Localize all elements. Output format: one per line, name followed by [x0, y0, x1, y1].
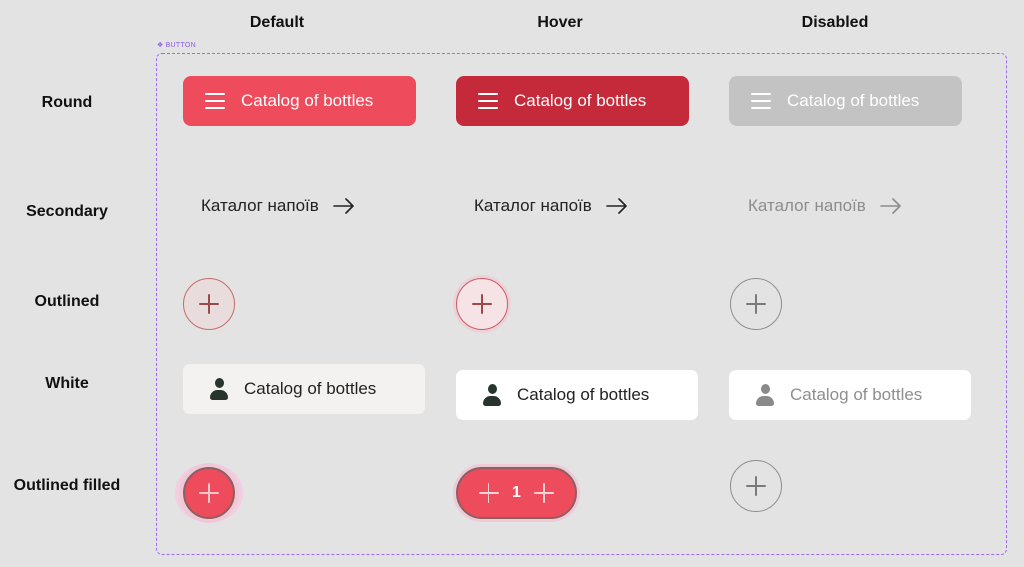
- white-button-default[interactable]: Catalog of bottles: [183, 364, 425, 414]
- plus-icon: [199, 294, 219, 314]
- row-header-secondary: Secondary: [26, 203, 108, 220]
- arrow-right-icon: [879, 198, 901, 214]
- user-icon: [210, 378, 228, 400]
- row-header-outlined-filled: Outlined filled: [13, 477, 121, 494]
- round-button-label: Catalog of bottles: [241, 91, 374, 110]
- round-button-label: Catalog of bottles: [514, 91, 647, 110]
- column-header-hover: Hover: [537, 14, 583, 31]
- column-header-default: Default: [249, 14, 305, 31]
- increment-plus-icon[interactable]: [534, 483, 555, 503]
- outlined-filled-button-disabled[interactable]: [730, 460, 782, 512]
- secondary-button-label: Каталог напоїв: [201, 196, 319, 215]
- button-component-frame: [156, 53, 1007, 555]
- secondary-button-label: Каталог напоїв: [748, 196, 866, 215]
- column-header-disabled: Disabled: [801, 14, 869, 31]
- frame-label: ❖ BUTTON: [157, 41, 196, 49]
- frame-label-text: BUTTON: [165, 42, 197, 49]
- menu-icon: [478, 93, 498, 109]
- decrement-plus-icon[interactable]: [478, 483, 499, 503]
- secondary-button-label: Каталог напоїв: [474, 196, 592, 215]
- round-button-label: Catalog of bottles: [787, 91, 920, 110]
- menu-icon: [205, 93, 225, 109]
- outlined-button-hover[interactable]: [456, 278, 508, 330]
- outlined-filled-button-default[interactable]: [183, 467, 235, 519]
- plus-icon: [746, 476, 766, 496]
- component-icon: ❖: [157, 42, 164, 49]
- plus-icon: [199, 483, 219, 503]
- plus-icon: [746, 294, 766, 314]
- row-header-round: Round: [41, 94, 93, 111]
- outlined-button-default[interactable]: [183, 278, 235, 330]
- arrow-right-icon: [605, 198, 627, 214]
- white-button-label: Catalog of bottles: [244, 379, 377, 398]
- row-header-outlined: Outlined: [34, 293, 100, 310]
- user-icon: [756, 384, 774, 406]
- secondary-button-hover[interactable]: Каталог напоїв: [474, 196, 628, 216]
- plus-icon: [472, 294, 492, 314]
- round-button-disabled[interactable]: Catalog of bottles: [729, 76, 962, 126]
- white-button-hover[interactable]: Catalog of bottles: [456, 370, 698, 420]
- white-button-disabled[interactable]: Catalog of bottles: [729, 370, 971, 420]
- user-icon: [483, 384, 501, 406]
- round-button-default[interactable]: Catalog of bottles: [183, 76, 416, 126]
- arrow-right-icon: [332, 198, 354, 214]
- row-header-white: White: [45, 375, 89, 392]
- white-button-label: Catalog of bottles: [790, 385, 923, 404]
- white-button-label: Catalog of bottles: [517, 385, 650, 404]
- menu-icon: [751, 93, 771, 109]
- secondary-button-default[interactable]: Каталог напоїв: [201, 196, 355, 216]
- round-button-hover[interactable]: Catalog of bottles: [456, 76, 689, 126]
- outlined-button-disabled[interactable]: [730, 278, 782, 330]
- secondary-button-disabled[interactable]: Каталог напоїв: [748, 196, 902, 216]
- quantity-count: 1: [512, 484, 521, 501]
- quantity-stepper-hover[interactable]: 1: [456, 467, 577, 519]
